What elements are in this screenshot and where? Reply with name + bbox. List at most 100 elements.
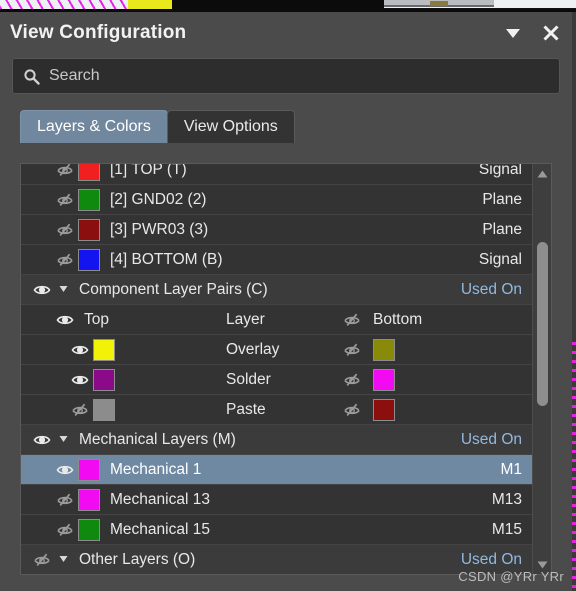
layer-pair-header-row: Top Layer Bottom	[21, 305, 532, 335]
pair-bottom-visibility-toggle[interactable]	[339, 401, 365, 419]
layer-usage: Plane	[482, 220, 522, 238]
tab-layers-and-colors[interactable]: Layers & Colors	[20, 110, 168, 143]
pair-top-visibility-toggle[interactable]	[52, 307, 78, 333]
layer-name: [2] GND02 (2)	[110, 190, 207, 208]
table-row[interactable]: [1] TOP (T) Signal	[21, 163, 532, 185]
triangle-expanded-icon	[59, 436, 67, 442]
eye-visible-icon	[71, 375, 89, 384]
layer-pair-row[interactable]: Paste	[21, 395, 532, 425]
pair-top-color-swatch[interactable]	[93, 368, 115, 391]
layer-name: Mechanical 15	[110, 520, 210, 538]
layer-group-visibility-toggle[interactable]	[29, 277, 55, 303]
layers-list-scrollbar[interactable]	[532, 164, 551, 574]
pair-bottom-visibility-toggle[interactable]	[339, 311, 365, 329]
eye-visible-icon	[56, 315, 74, 324]
close-icon[interactable]	[538, 20, 564, 46]
tab-view-options[interactable]: View Options	[166, 110, 295, 143]
scroll-up-arrow-icon[interactable]	[533, 164, 551, 183]
pair-bottom-label: Bottom	[373, 310, 423, 328]
background-right-edge	[572, 12, 576, 591]
layer-group-row[interactable]: Mechanical Layers (M) Used On	[21, 425, 532, 455]
layer-group-usage[interactable]: Used On	[461, 551, 532, 569]
layer-visibility-toggle[interactable]	[52, 187, 78, 213]
layer-color-swatch[interactable]	[78, 218, 100, 241]
layer-color-swatch[interactable]	[78, 248, 100, 271]
table-row[interactable]: [4] BOTTOM (B) Signal	[21, 245, 532, 275]
layer-group-visibility-toggle[interactable]	[29, 427, 55, 453]
eye-hidden-icon	[57, 193, 73, 206]
table-row[interactable]: [2] GND02 (2) Plane	[21, 185, 532, 215]
pair-bottom-color-swatch[interactable]	[373, 368, 395, 391]
pair-name: Paste	[226, 400, 266, 418]
pair-bottom-visibility-toggle[interactable]	[339, 341, 365, 359]
layer-color-swatch[interactable]	[78, 458, 100, 481]
pair-bottom-color-swatch[interactable]	[373, 398, 395, 421]
eye-visible-icon	[71, 345, 89, 354]
pair-top-visibility-toggle[interactable]	[67, 367, 93, 393]
view-configuration-dialog: View Configuration Search Layers & Color…	[0, 12, 572, 591]
layer-group-usage[interactable]: Used On	[461, 281, 532, 299]
table-row[interactable]: Mechanical 15 M15	[21, 515, 532, 545]
background-yellow-band	[128, 0, 172, 9]
triangle-expanded-icon[interactable]	[55, 282, 71, 298]
layer-group-name: Component Layer Pairs (C)	[79, 280, 268, 298]
layers-list[interactable]: [1] TOP (T) Signal [2] GND02 (2) Plane [3] P…	[20, 163, 552, 575]
pair-top-color-swatch[interactable]	[93, 398, 115, 421]
eye-hidden-icon	[57, 164, 73, 176]
dialog-titlebar: View Configuration	[0, 12, 572, 54]
scrollbar-thumb[interactable]	[537, 242, 548, 406]
layers-list-body: [1] TOP (T) Signal [2] GND02 (2) Plane [3] P…	[21, 163, 532, 574]
layer-group-row[interactable]: Other Layers (O) Used On	[21, 545, 532, 574]
eye-visible-icon	[56, 465, 74, 474]
pair-top-visibility-toggle[interactable]	[67, 397, 93, 423]
table-row[interactable]: [3] PWR03 (3) Plane	[21, 215, 532, 245]
pair-bottom-visibility-toggle[interactable]	[339, 371, 365, 389]
background-component-pad	[430, 1, 448, 6]
layer-color-swatch[interactable]	[78, 488, 100, 511]
layer-visibility-toggle[interactable]	[52, 517, 78, 543]
search-input[interactable]	[49, 67, 549, 85]
layer-usage: M1	[500, 460, 522, 478]
layer-color-swatch[interactable]	[78, 188, 100, 211]
background-dark-band	[172, 0, 384, 9]
layer-pair-row[interactable]: Overlay	[21, 335, 532, 365]
layer-visibility-toggle[interactable]	[52, 247, 78, 273]
eye-hidden-icon	[344, 403, 360, 416]
eye-hidden-icon	[72, 403, 88, 416]
layer-name: Mechanical 13	[110, 490, 210, 508]
screenshot-root: View Configuration Search Layers & Color…	[0, 0, 576, 591]
watermark-text: CSDN @YRr YRr	[458, 569, 564, 584]
layer-visibility-toggle[interactable]	[52, 217, 78, 243]
search-icon	[23, 68, 40, 85]
layer-pair-row[interactable]: Solder	[21, 365, 532, 395]
background-pcb-strip	[0, 0, 576, 12]
pair-top-visibility-toggle[interactable]	[67, 337, 93, 363]
search-box[interactable]	[12, 58, 560, 94]
page-title: View Configuration	[10, 22, 187, 43]
eye-hidden-icon	[57, 493, 73, 506]
triangle-expanded-icon[interactable]	[55, 552, 71, 568]
layer-visibility-toggle[interactable]	[52, 457, 78, 483]
table-row[interactable]: Mechanical 13 M13	[21, 485, 532, 515]
layer-name: Mechanical 1	[110, 460, 202, 478]
layer-color-swatch[interactable]	[78, 164, 100, 181]
tab-view-options-label: View Options	[183, 118, 278, 135]
layer-usage: Signal	[478, 163, 522, 178]
layer-color-swatch[interactable]	[78, 518, 100, 541]
layer-group-usage[interactable]: Used On	[461, 431, 532, 449]
pair-center-label: Layer	[226, 310, 265, 328]
layer-name: [4] BOTTOM (B)	[110, 250, 223, 268]
table-row[interactable]: Mechanical 1 M1	[21, 455, 532, 485]
eye-hidden-icon	[344, 373, 360, 386]
triangle-expanded-icon[interactable]	[55, 432, 71, 448]
titlebar-buttons	[500, 12, 564, 54]
layer-group-row[interactable]: Component Layer Pairs (C) Used On	[21, 275, 532, 305]
layer-visibility-toggle[interactable]	[52, 164, 78, 183]
eye-hidden-icon	[57, 223, 73, 236]
eye-hidden-icon	[57, 253, 73, 266]
pair-bottom-color-swatch[interactable]	[373, 338, 395, 361]
chevron-down-icon[interactable]	[500, 20, 526, 46]
layer-group-visibility-toggle[interactable]	[29, 547, 55, 573]
layer-visibility-toggle[interactable]	[52, 487, 78, 513]
pair-top-color-swatch[interactable]	[93, 338, 115, 361]
